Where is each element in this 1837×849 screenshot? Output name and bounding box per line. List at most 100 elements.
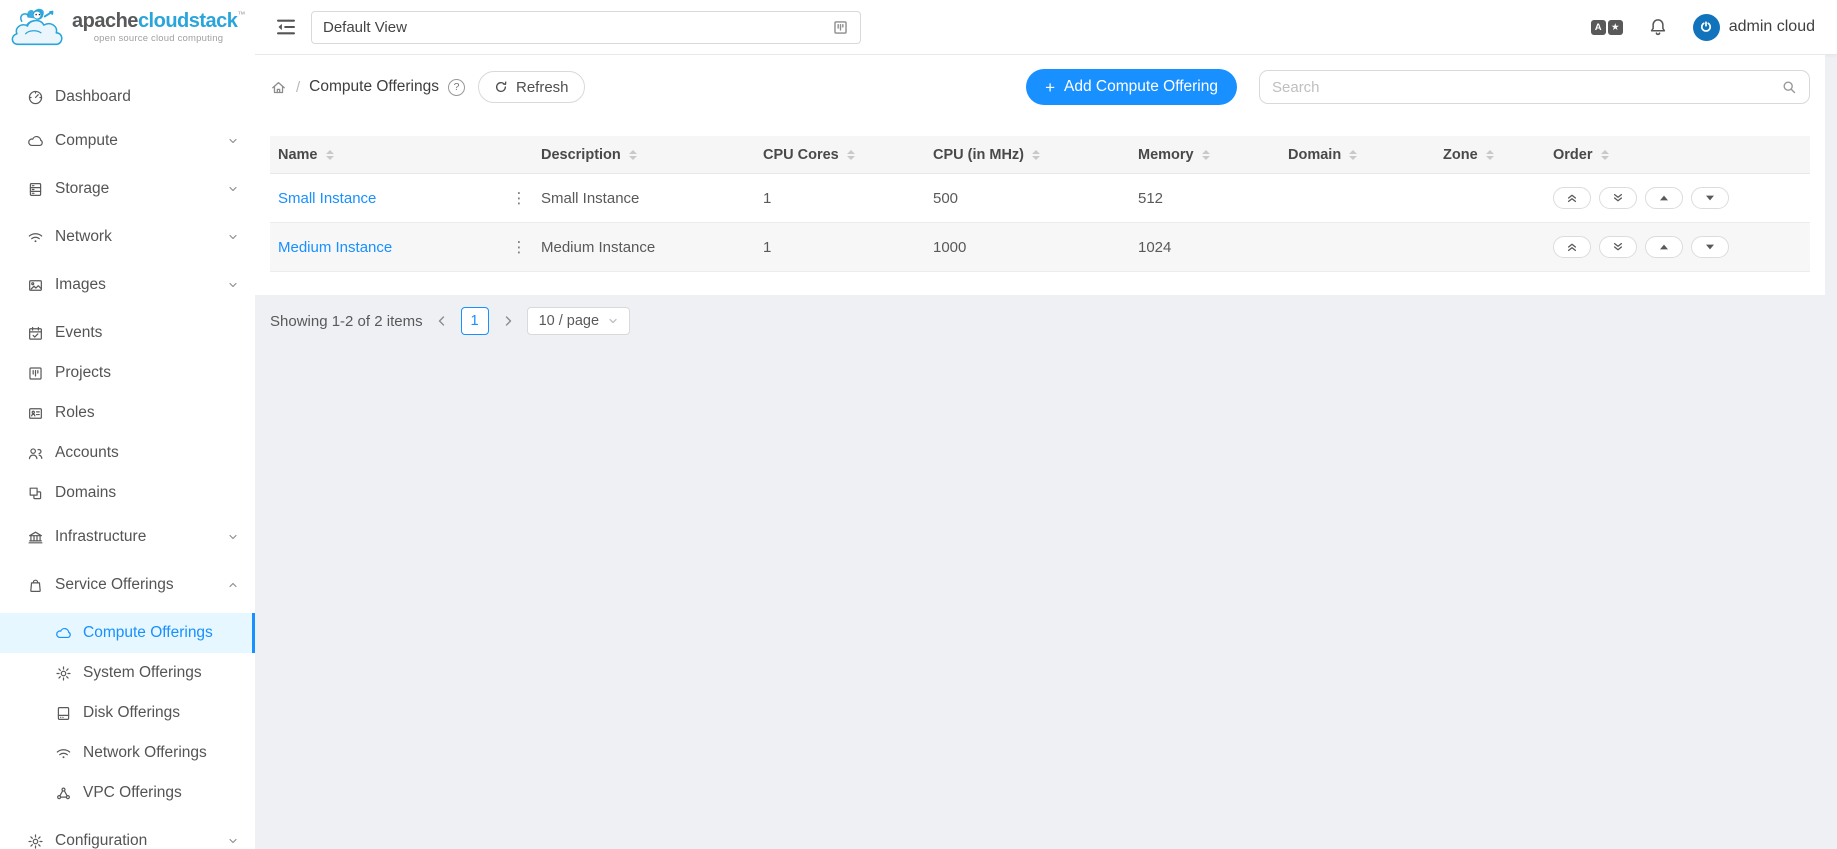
wifi-icon	[27, 229, 44, 246]
column-header-order[interactable]: Order	[1545, 147, 1810, 163]
sidebar-subitem-label: Network Offerings	[83, 744, 207, 762]
next-page-icon[interactable]	[502, 315, 514, 327]
table-row: Small Instance ⋮ Small Instance 1 500 51…	[270, 174, 1810, 223]
sidebar-item-label: Domains	[55, 484, 116, 502]
sort-carets-icon	[1601, 150, 1609, 160]
sidebar-item-projects[interactable]: Projects	[0, 353, 255, 393]
sidebar-item-label: Configuration	[55, 832, 147, 849]
sidebar-subitem-disk-offerings[interactable]: Disk Offerings	[0, 693, 255, 733]
order-controls	[1545, 187, 1810, 209]
move-to-top-button[interactable]	[1553, 187, 1591, 209]
cpu-cores-value: 1	[755, 239, 925, 256]
sidebar-item-label: Roles	[55, 404, 95, 422]
move-down-button[interactable]	[1691, 236, 1729, 258]
move-to-bottom-button[interactable]	[1599, 236, 1637, 258]
triangle-up-icon	[1658, 192, 1670, 204]
sidebar-item-service-offerings[interactable]: Service Offerings	[0, 565, 255, 605]
offering-name-link[interactable]: Medium Instance	[270, 239, 505, 256]
notification-bell-icon[interactable]	[1648, 17, 1668, 37]
sort-carets-icon	[1349, 150, 1357, 160]
calendar-check-icon	[27, 325, 44, 342]
column-header-cpu-mhz[interactable]: CPU (in MHz)	[925, 147, 1130, 163]
refresh-button[interactable]: Refresh	[478, 71, 585, 103]
sidebar-item-dashboard[interactable]: Dashboard	[0, 77, 255, 117]
user-menu[interactable]: admin cloud	[1693, 14, 1815, 41]
add-compute-offering-button[interactable]: + Add Compute Offering	[1026, 69, 1237, 105]
table-header-row: Name Description CPU Cores CPU (in	[270, 136, 1810, 174]
sidebar-subitem-network-offerings[interactable]: Network Offerings	[0, 733, 255, 773]
move-to-bottom-button[interactable]	[1599, 187, 1637, 209]
sidebar-item-label: Infrastructure	[55, 528, 146, 546]
sidebar-item-label: Images	[55, 276, 106, 294]
offering-name-link[interactable]: Small Instance	[270, 190, 505, 207]
sidebar-item-label: Events	[55, 324, 102, 342]
search-icon[interactable]	[1781, 79, 1797, 95]
column-header-cpu-cores[interactable]: CPU Cores	[755, 147, 925, 163]
row-actions-kebab-icon[interactable]: ⋮	[505, 189, 533, 207]
shopping-bag-icon	[27, 577, 44, 594]
search-box	[1259, 70, 1810, 104]
column-label: Description	[541, 147, 621, 163]
action-row: / Compute Offerings ? Refresh + Add Comp…	[255, 55, 1825, 119]
chevron-down-icon	[228, 280, 238, 290]
reload-icon	[494, 80, 508, 94]
sidebar-item-domains[interactable]: Domains	[0, 473, 255, 513]
help-icon[interactable]: ?	[448, 79, 465, 96]
sidebar-item-label: Dashboard	[55, 88, 131, 106]
memory-value: 512	[1130, 190, 1280, 207]
translate-icon[interactable]: A ★	[1591, 20, 1623, 35]
sidebar-subitem-system-offerings[interactable]: System Offerings	[0, 653, 255, 693]
view-selector-value: Default View	[323, 19, 407, 36]
chevron-down-icon	[228, 184, 238, 194]
sidebar-item-network[interactable]: Network	[0, 217, 255, 257]
header-actions: A ★ admin cloud	[1591, 14, 1815, 41]
column-header-name[interactable]: Name	[270, 147, 533, 163]
dashboard-icon	[27, 89, 44, 106]
move-up-button[interactable]	[1645, 187, 1683, 209]
column-header-memory[interactable]: Memory	[1130, 147, 1280, 163]
database-icon	[27, 181, 44, 198]
sidebar-item-roles[interactable]: Roles	[0, 393, 255, 433]
pagination-summary: Showing 1-2 of 2 items	[270, 313, 423, 330]
project-icon	[832, 19, 849, 36]
logo-word-cloudstack: cloudstack	[138, 10, 237, 32]
column-label: Order	[1553, 147, 1593, 163]
column-header-domain[interactable]: Domain	[1280, 147, 1435, 163]
page-size-select[interactable]: 10 / page	[527, 307, 630, 335]
menu-fold-icon[interactable]	[275, 16, 297, 38]
cpu-mhz-value: 1000	[925, 239, 1130, 256]
page-number-button[interactable]: 1	[461, 307, 489, 335]
sidebar-subitem-label: Disk Offerings	[83, 704, 180, 722]
column-header-zone[interactable]: Zone	[1435, 147, 1545, 163]
search-input[interactable]	[1272, 79, 1781, 96]
cpu-mhz-value: 500	[925, 190, 1130, 207]
move-down-button[interactable]	[1691, 187, 1729, 209]
deployment-unit-icon	[55, 785, 72, 802]
sidebar-item-label: Service Offerings	[55, 576, 174, 594]
breadcrumb: / Compute Offerings ?	[270, 78, 465, 96]
home-icon[interactable]	[270, 79, 287, 96]
chevron-down-icon	[608, 316, 618, 326]
sidebar-item-images[interactable]: Images	[0, 265, 255, 305]
column-label: Name	[278, 147, 318, 163]
view-selector[interactable]: Default View	[311, 11, 861, 44]
sidebar-subitem-compute-offerings[interactable]: Compute Offerings	[0, 613, 255, 653]
sidebar-item-infrastructure[interactable]: Infrastructure	[0, 517, 255, 557]
logo-wordmark: apachecloudstack™ open source cloud comp…	[72, 11, 245, 44]
page-size-value: 10 / page	[539, 313, 599, 329]
sidebar-item-label: Storage	[55, 180, 109, 198]
sidebar-item-events[interactable]: Events	[0, 313, 255, 353]
cloudstack-logo[interactable]: apachecloudstack™ open source cloud comp…	[0, 0, 255, 55]
sidebar-item-accounts[interactable]: Accounts	[0, 433, 255, 473]
sidebar-subitem-vpc-offerings[interactable]: VPC Offerings	[0, 773, 255, 813]
row-actions-kebab-icon[interactable]: ⋮	[505, 238, 533, 256]
column-header-description[interactable]: Description	[533, 147, 755, 163]
move-up-button[interactable]	[1645, 236, 1683, 258]
move-to-top-button[interactable]	[1553, 236, 1591, 258]
username-label: admin cloud	[1729, 18, 1815, 36]
sidebar-item-storage[interactable]: Storage	[0, 169, 255, 209]
prev-page-icon[interactable]	[436, 315, 448, 327]
sidebar-item-compute[interactable]: Compute	[0, 121, 255, 161]
sort-carets-icon	[629, 150, 637, 160]
sidebar-item-configuration[interactable]: Configuration	[0, 821, 255, 849]
